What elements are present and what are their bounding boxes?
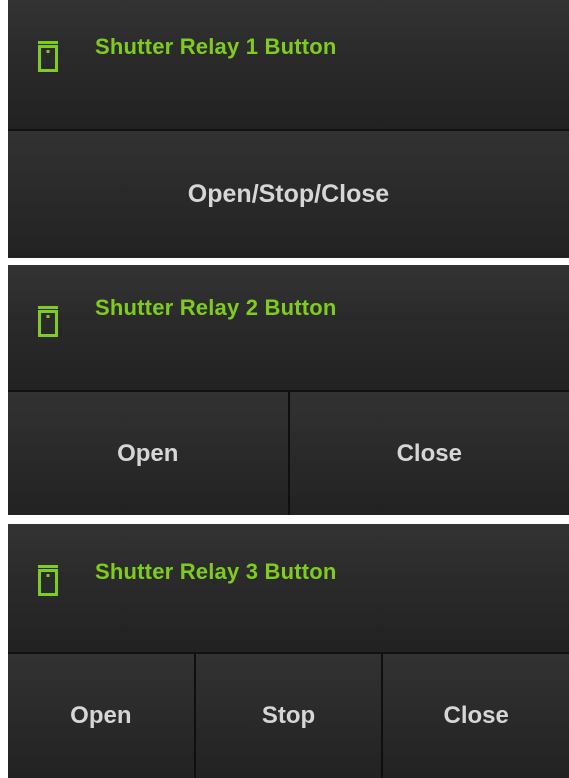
card-header: Shutter Relay 3 Button <box>8 524 569 654</box>
button-row: Open/Stop/Close <box>8 131 569 258</box>
card-title: Shutter Relay 3 Button <box>95 559 337 584</box>
close-button[interactable]: Close <box>381 654 569 778</box>
button-row: Open Close <box>8 392 569 515</box>
shutter-relay-3-card: Shutter Relay 3 Button Open Stop Close <box>8 524 569 778</box>
shutter-icon <box>38 41 58 72</box>
button-row: Open Stop Close <box>8 654 569 778</box>
stop-button[interactable]: Stop <box>193 654 382 778</box>
card-header: Shutter Relay 1 Button <box>8 0 569 131</box>
open-button[interactable]: Open <box>8 654 194 778</box>
card-title: Shutter Relay 1 Button <box>95 34 337 59</box>
card-title: Shutter Relay 2 Button <box>95 295 337 320</box>
close-button[interactable]: Close <box>287 392 569 515</box>
shutter-icon <box>38 565 58 596</box>
open-stop-close-button[interactable]: Open/Stop/Close <box>8 131 569 258</box>
shutter-icon <box>38 306 58 337</box>
shutter-relay-2-card: Shutter Relay 2 Button Open Close <box>8 265 569 515</box>
card-header: Shutter Relay 2 Button <box>8 265 569 392</box>
open-button[interactable]: Open <box>8 392 288 515</box>
shutter-relay-1-card: Shutter Relay 1 Button Open/Stop/Close <box>8 0 569 258</box>
